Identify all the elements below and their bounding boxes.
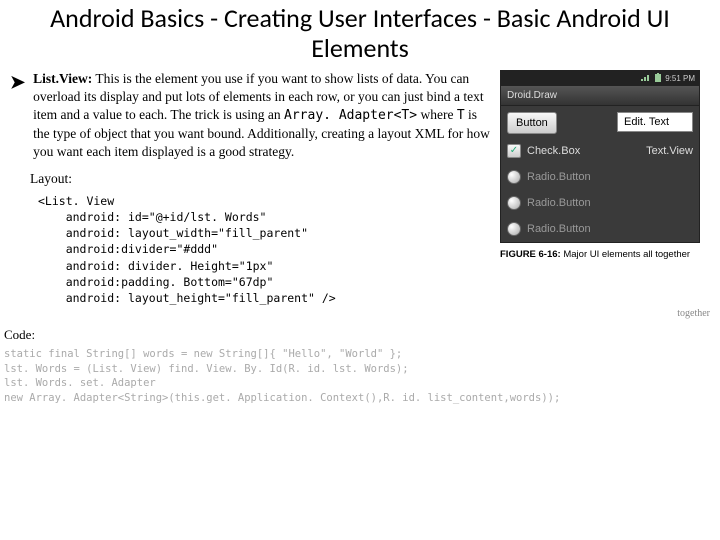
figure-label: FIGURE 6-16: <box>500 249 561 260</box>
inline-code-1: Array. Adapter<T> <box>284 108 417 123</box>
layout-label: Layout: <box>30 171 492 187</box>
figure-caption: FIGURE 6-16: Major UI elements all toget… <box>500 249 710 261</box>
java-code: static final String[] words = new String… <box>0 347 720 406</box>
status-bar: 9:51 PM <box>501 71 699 86</box>
content-row: ➤ List.View: This is the element you use… <box>0 70 720 306</box>
android-radio-1[interactable] <box>507 170 521 184</box>
element-name: List.View: <box>33 71 92 86</box>
status-time: 9:51 PM <box>665 74 695 83</box>
android-edittext[interactable]: Edit. Text <box>617 112 693 132</box>
left-column: ➤ List.View: This is the element you use… <box>10 70 500 306</box>
signal-icon <box>641 73 651 83</box>
right-column: 9:51 PM Droid.Draw Button Edit. Text ✓ C… <box>500 70 710 306</box>
checkbox-row: ✓ Check.Box Text.View <box>507 144 693 158</box>
slide-title: Android Basics - Creating User Interface… <box>0 0 720 70</box>
battery-icon <box>655 73 661 84</box>
inline-code-2: T <box>457 108 465 123</box>
android-textview: Text.View <box>646 145 693 157</box>
bullet-icon: ➤ <box>10 72 25 93</box>
android-radio-2[interactable] <box>507 196 521 210</box>
phone-body: Button Edit. Text ✓ Check.Box Text.View … <box>501 106 699 242</box>
bullet-row: ➤ List.View: This is the element you use… <box>10 70 492 161</box>
checkbox-label: Check.Box <box>527 145 580 157</box>
text-fragment: together <box>0 308 710 319</box>
figure-text: Major UI elements all together <box>561 249 690 260</box>
desc-text-2: where <box>417 107 457 122</box>
code-label: Code: <box>4 327 720 343</box>
listview-description: List.View: This is the element you use i… <box>33 70 492 161</box>
android-checkbox[interactable]: ✓ <box>507 144 521 158</box>
android-radio-3[interactable] <box>507 222 521 236</box>
radio-row-1: Radio.Button <box>507 170 693 184</box>
radio-label-2: Radio.Button <box>527 197 591 209</box>
radio-label-1: Radio.Button <box>527 171 591 183</box>
app-bar: Droid.Draw <box>501 86 699 106</box>
radio-row-3: Radio.Button <box>507 222 693 236</box>
android-button[interactable]: Button <box>507 112 557 134</box>
slide: Android Basics - Creating User Interface… <box>0 0 720 540</box>
radio-row-2: Radio.Button <box>507 196 693 210</box>
radio-label-3: Radio.Button <box>527 223 591 235</box>
android-screenshot: 9:51 PM Droid.Draw Button Edit. Text ✓ C… <box>500 70 700 243</box>
xml-code: <List. View android: id="@+id/lst. Words… <box>38 193 492 306</box>
